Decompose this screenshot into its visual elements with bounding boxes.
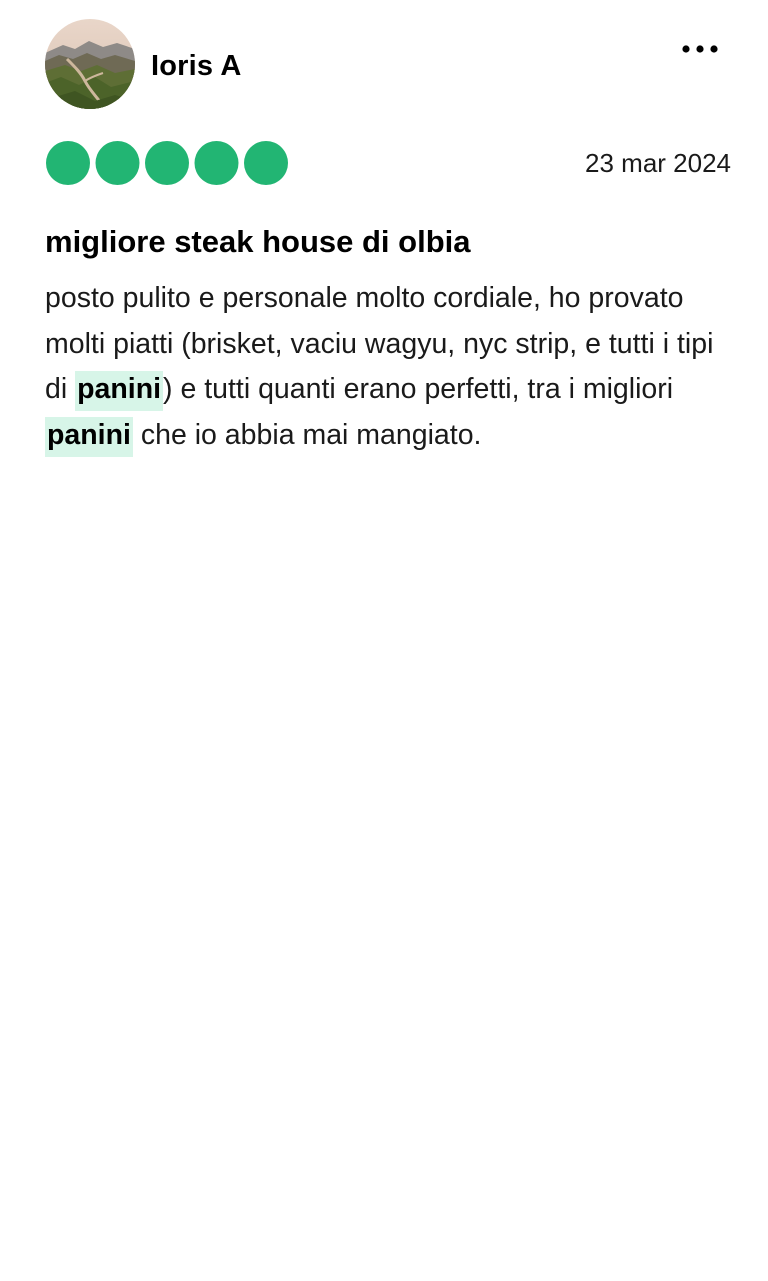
review-body-text: che io abbia mai mangiato. <box>132 418 482 451</box>
review-date: 23 mar 2024 <box>585 148 731 178</box>
rating-bubble-icon <box>145 141 189 185</box>
review-header: Ioris A <box>45 19 735 111</box>
avatar[interactable] <box>45 19 135 109</box>
rating-bubble-icon <box>194 141 239 185</box>
highlighted-keyword: panini <box>75 371 164 411</box>
highlighted-keyword: panini <box>45 416 133 457</box>
review-title: migliore steak house di olbia <box>45 224 471 259</box>
rating-bubble-icon <box>95 141 140 185</box>
rating-row: 23 mar 2024 <box>45 140 731 186</box>
rating-bubble-icon <box>46 141 90 185</box>
review-body-text: ) e tutti quanti erano perfetti, tra i m… <box>163 373 674 405</box>
rating-bubbles <box>45 140 289 186</box>
author-name[interactable]: Ioris A <box>151 49 242 83</box>
more-horizontal-icon[interactable] <box>681 39 719 59</box>
rating-bubble-icon <box>244 141 288 185</box>
avatar-landscape-image <box>45 19 135 109</box>
review-body: posto pulito e personale molto cordiale,… <box>45 276 735 458</box>
